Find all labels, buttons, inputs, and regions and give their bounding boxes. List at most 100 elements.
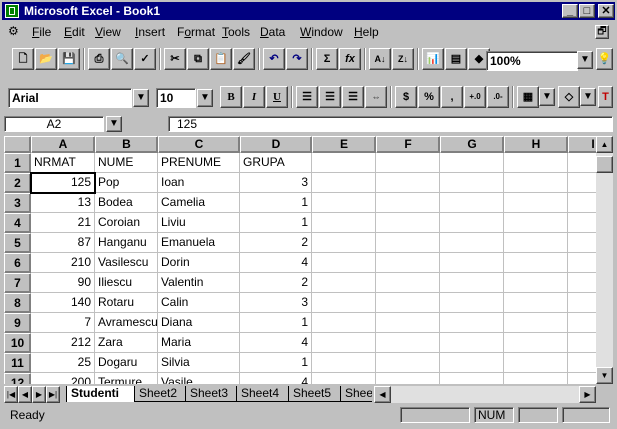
font-dropdown-icon[interactable]: ▼ (133, 89, 149, 107)
function-wizard-icon[interactable]: fx (339, 48, 361, 70)
increase-decimal-icon[interactable]: +.0 (464, 86, 486, 108)
cell-e9[interactable] (312, 313, 376, 333)
sheet-tab-sheet3[interactable]: Sheet3 (185, 386, 237, 402)
cell-b1[interactable]: NUME (95, 153, 158, 173)
cell-e7[interactable] (312, 273, 376, 293)
menu-format[interactable]: Format (177, 25, 215, 39)
italic-button[interactable]: I (243, 86, 265, 108)
vertical-scroll-thumb[interactable] (596, 156, 613, 173)
column-header-i[interactable]: I (568, 136, 596, 153)
cell-c6[interactable]: Dorin (158, 253, 240, 273)
font-size-dropdown-icon[interactable]: ▼ (197, 89, 213, 107)
formula-input[interactable]: 125 (168, 116, 613, 132)
cell-c3[interactable]: Camelia (158, 193, 240, 213)
row-header-10[interactable]: 10 (4, 333, 31, 353)
font-name-field[interactable]: Arial (8, 88, 132, 108)
cell-a3[interactable]: 13 (31, 193, 95, 213)
cell-h1[interactable] (504, 153, 568, 173)
excel-app-icon[interactable] (5, 4, 19, 18)
fill-color-icon[interactable]: ◇ (558, 86, 580, 108)
cell-i5[interactable] (568, 233, 596, 253)
cell-d8[interactable]: 3 (240, 293, 312, 313)
decrease-decimal-icon[interactable]: .0- (487, 86, 509, 108)
cell-d10[interactable]: 4 (240, 333, 312, 353)
cell-b7[interactable]: Iliescu (95, 273, 158, 293)
previous-sheet-icon[interactable]: ◀ (18, 386, 32, 403)
cell-d4[interactable]: 1 (240, 213, 312, 233)
cell-f6[interactable] (376, 253, 440, 273)
open-folder-icon[interactable]: 📂 (35, 48, 57, 70)
cell-h5[interactable] (504, 233, 568, 253)
column-header-f[interactable]: F (376, 136, 440, 153)
cell-h3[interactable] (504, 193, 568, 213)
format-painter-icon[interactable]: 🖌 (233, 48, 255, 70)
cell-h9[interactable] (504, 313, 568, 333)
redo-icon[interactable]: ↷ (286, 48, 308, 70)
cell-h8[interactable] (504, 293, 568, 313)
cell-i3[interactable] (568, 193, 596, 213)
cell-c1[interactable]: PRENUME (158, 153, 240, 173)
column-header-b[interactable]: B (95, 136, 158, 153)
cell-g7[interactable] (440, 273, 504, 293)
menu-tools[interactable]: Tools (222, 25, 250, 39)
scroll-left-icon[interactable]: ◀ (374, 386, 391, 403)
merge-center-icon[interactable]: ⇔ (365, 86, 387, 108)
cell-f7[interactable] (376, 273, 440, 293)
zoom-dropdown-icon[interactable]: ▼ (577, 51, 593, 69)
scroll-down-icon[interactable]: ▼ (596, 367, 613, 384)
cell-b6[interactable]: Vasilescu (95, 253, 158, 273)
cell-h2[interactable] (504, 173, 568, 193)
cell-i4[interactable] (568, 213, 596, 233)
cell-g1[interactable] (440, 153, 504, 173)
cell-f2[interactable] (376, 173, 440, 193)
cell-g6[interactable] (440, 253, 504, 273)
column-header-g[interactable]: G (440, 136, 504, 153)
cell-e10[interactable] (312, 333, 376, 353)
sheet-tab-sheet5[interactable]: Sheet5 (288, 386, 341, 402)
column-header-c[interactable]: C (158, 136, 240, 153)
row-header-8[interactable]: 8 (4, 293, 31, 313)
cell-a9[interactable]: 7 (31, 313, 95, 333)
cell-b12[interactable]: Termure (95, 373, 158, 384)
sheet-tab-sheet2[interactable]: Sheet2 (134, 386, 186, 402)
row-header-5[interactable]: 5 (4, 233, 31, 253)
row-header-12[interactable]: 12 (4, 373, 31, 384)
cell-b9[interactable]: Avramescu (95, 313, 158, 333)
cell-d9[interactable]: 1 (240, 313, 312, 333)
cell-c5[interactable]: Emanuela (158, 233, 240, 253)
print-icon[interactable]: ⎙ (88, 48, 110, 70)
cell-a10[interactable]: 212 (31, 333, 95, 353)
align-left-icon[interactable]: ☰ (296, 86, 318, 108)
cell-b8[interactable]: Rotaru (95, 293, 158, 313)
minimize-button[interactable]: _ (562, 4, 578, 18)
menu-window[interactable]: Window (300, 25, 343, 39)
cell-h4[interactable] (504, 213, 568, 233)
print-preview-icon[interactable]: 🔍 (111, 48, 133, 70)
new-file-icon[interactable]: 🗋 (12, 48, 34, 70)
first-sheet-icon[interactable]: |◀ (4, 386, 18, 403)
cell-h7[interactable] (504, 273, 568, 293)
cell-d7[interactable]: 2 (240, 273, 312, 293)
sort-descending-icon[interactable]: Z↓ (392, 48, 414, 70)
menu-edit[interactable]: Edit (64, 25, 85, 39)
cell-g11[interactable] (440, 353, 504, 373)
cell-h6[interactable] (504, 253, 568, 273)
align-center-icon[interactable]: ☰ (319, 86, 341, 108)
vertical-scrollbar[interactable]: ▲ ▼ (596, 136, 613, 384)
row-header-3[interactable]: 3 (4, 193, 31, 213)
cell-d12[interactable]: 4 (240, 373, 312, 384)
cell-a12[interactable]: 200 (31, 373, 95, 384)
cell-f9[interactable] (376, 313, 440, 333)
percent-button[interactable]: % (418, 86, 440, 108)
comma-button[interactable]: , (441, 86, 463, 108)
cell-a8[interactable]: 140 (31, 293, 95, 313)
cell-b2[interactable]: Pop (95, 173, 158, 193)
column-header-a[interactable]: A (31, 136, 95, 153)
cell-f3[interactable] (376, 193, 440, 213)
chart-wizard-icon[interactable]: 📊 (422, 48, 444, 70)
cell-i1[interactable] (568, 153, 596, 173)
row-header-9[interactable]: 9 (4, 313, 31, 333)
cell-a6[interactable]: 210 (31, 253, 95, 273)
cell-i7[interactable] (568, 273, 596, 293)
cell-f4[interactable] (376, 213, 440, 233)
